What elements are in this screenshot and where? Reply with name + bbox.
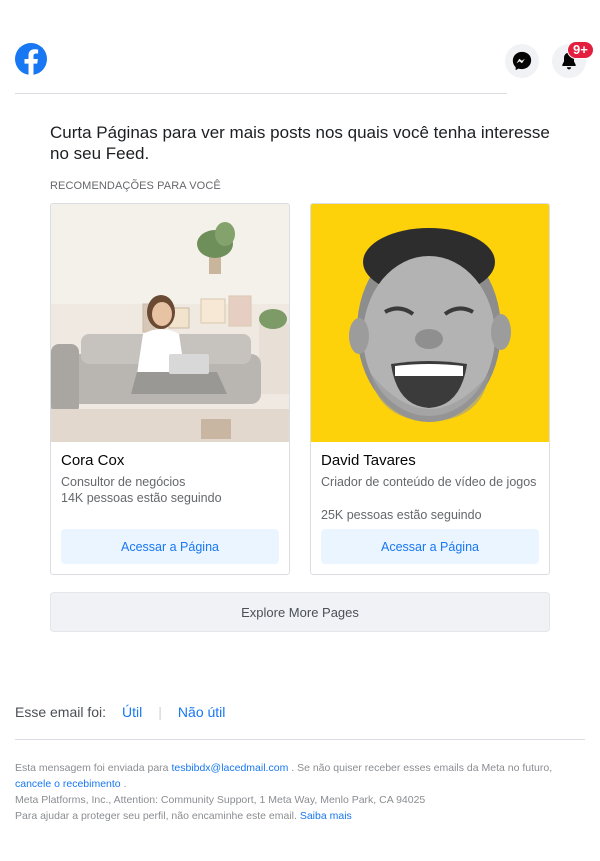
headline: Curta Páginas para ver mais posts nos qu… xyxy=(50,123,550,163)
page-name[interactable]: David Tavares xyxy=(321,452,416,469)
unsubscribe-suffix: . xyxy=(123,778,127,790)
footer-divider xyxy=(15,739,585,740)
learn-more-link[interactable]: Saiba mais xyxy=(300,810,352,822)
page-card[interactable]: Cora Cox Consultor de negócios 14K pesso… xyxy=(50,203,290,575)
footer-sent-suffix: . Se não quiser receber esses emails da … xyxy=(291,762,553,774)
header-icons: 9+ xyxy=(505,40,594,84)
footer-sent-line: Esta mensagem foi enviada para tesbibdx@… xyxy=(15,760,585,776)
page-card[interactable]: David Tavares Criador de conteúdo de víd… xyxy=(310,203,550,575)
page-followers: 25K pessoas estão seguindo xyxy=(321,508,482,522)
recipient-email-link[interactable]: tesbibdx@lacedmail.com xyxy=(171,762,288,774)
page-photo[interactable] xyxy=(311,204,549,442)
page-photo[interactable] xyxy=(51,204,289,442)
notification-badge: 9+ xyxy=(567,41,594,59)
email-footer: Esta mensagem foi enviada para tesbibdx@… xyxy=(15,760,585,824)
explore-more-pages-button[interactable]: Explore More Pages xyxy=(50,592,550,632)
section-label: RECOMENDAÇÕES PARA VOCÊ xyxy=(50,180,221,192)
page-name[interactable]: Cora Cox xyxy=(61,452,124,469)
page-category: Criador de conteúdo de vídeo de jogos xyxy=(321,475,537,489)
header-divider xyxy=(15,93,507,94)
footer-unsubscribe-line: cancele o recebimento . xyxy=(15,776,585,792)
footer-sent-prefix: Esta mensagem foi enviada para xyxy=(15,762,169,774)
footer-address: Meta Platforms, Inc., Attention: Communi… xyxy=(15,794,426,806)
useful-link[interactable]: Útil xyxy=(122,704,142,720)
feedback-separator: | xyxy=(158,704,162,720)
not-useful-link[interactable]: Não útil xyxy=(178,704,225,720)
feedback-row: Esse email foi: Útil | Não útil xyxy=(15,704,225,720)
facebook-logo-icon[interactable] xyxy=(15,43,47,76)
visit-page-button[interactable]: Acessar a Página xyxy=(61,529,279,564)
visit-page-button[interactable]: Acessar a Página xyxy=(321,529,539,564)
page-category: Consultor de negócios xyxy=(61,475,186,489)
feedback-prompt: Esse email foi: xyxy=(15,704,107,720)
email-header: 9+ xyxy=(15,40,594,84)
unsubscribe-link[interactable]: cancele o recebimento xyxy=(15,778,121,790)
footer-protect-text: Para ajudar a proteger seu perfil, não e… xyxy=(15,810,297,822)
footer-protect-line: Para ajudar a proteger seu perfil, não e… xyxy=(15,808,585,824)
page-followers: 14K pessoas estão seguindo xyxy=(61,491,222,505)
messenger-icon[interactable] xyxy=(505,44,539,78)
